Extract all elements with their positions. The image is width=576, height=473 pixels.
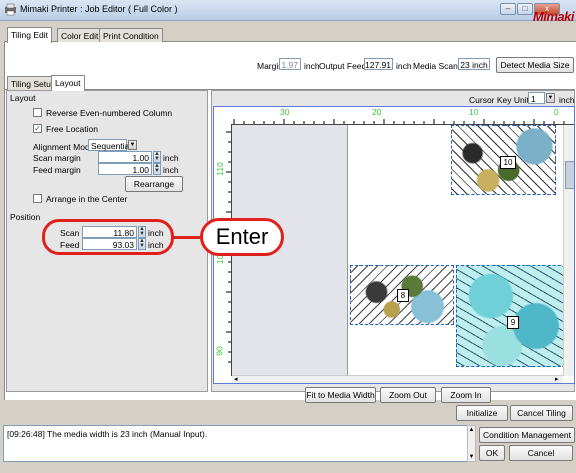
scroll-right-icon[interactable]: ▸ — [555, 375, 559, 383]
free-location-label: Free Location — [46, 124, 98, 134]
cursor-key-dropdown-arrow-icon[interactable]: ▼ — [546, 93, 555, 103]
feed-margin-spinner-icon[interactable]: ▲ ▼ — [153, 163, 161, 175]
title-bar: Mimaki Printer : Job Editor ( Full Color… — [0, 0, 576, 24]
alignment-mode-label: Alignment Mode — [33, 142, 95, 152]
output-feed-label: Output Feed — [319, 61, 367, 71]
ok-button[interactable]: OK — [479, 445, 505, 461]
minimize-button[interactable]: – — [500, 3, 516, 15]
output-feed-unit: inch — [396, 61, 412, 71]
cancel-tiling-button[interactable]: Cancel Tiling — [510, 405, 573, 421]
feed-margin-field[interactable]: 1.00 — [98, 163, 152, 175]
mimaki-logo: Mimaki — [532, 9, 575, 24]
condition-management-button[interactable]: Condition Management — [479, 427, 575, 443]
tab-print-condition[interactable]: Print Condition — [99, 28, 163, 43]
ruler-top-label-30: 30 — [280, 107, 290, 117]
reverse-even-checkbox[interactable] — [33, 108, 42, 117]
maximize-button[interactable]: □ — [517, 3, 533, 15]
feed-margin-unit: inch — [163, 165, 179, 175]
fit-to-media-width-button[interactable]: Fit to Media Width — [305, 387, 376, 403]
enter-callout: Enter — [200, 218, 284, 256]
arrange-center-checkbox[interactable] — [33, 194, 42, 203]
media-scan-label: Media Scan — [413, 61, 458, 71]
ruler-top-label-0: 0 — [554, 107, 559, 117]
zoom-in-button[interactable]: Zoom In — [441, 387, 491, 403]
scan-margin-unit: inch — [163, 153, 179, 163]
scan-margin-spinner-icon[interactable]: ▲ ▼ — [153, 151, 161, 163]
tab-tiling-edit[interactable]: Tiling Edit — [7, 27, 53, 43]
image-tile-8[interactable]: 8 — [350, 265, 454, 325]
zoom-out-button[interactable]: Zoom Out — [380, 387, 436, 403]
reverse-even-label: Reverse Even-numbered Column — [46, 108, 173, 118]
cursor-key-unit-label: Cursor Key Unit — [469, 95, 529, 105]
log-scroll-down-icon[interactable]: ▼ — [468, 454, 475, 460]
tab-layout[interactable]: Layout — [51, 75, 85, 91]
ruler-left-label-90: 90 — [214, 346, 225, 356]
margin-field: 1.97 — [279, 58, 301, 70]
output-feed-field: 127.91 — [364, 58, 393, 70]
margin-unit: inch — [304, 61, 320, 71]
vertical-scroll-thumb[interactable] — [565, 161, 574, 189]
scan-margin-field[interactable]: 1.00 — [98, 151, 152, 163]
tile-number-10: 10 — [500, 156, 516, 169]
initialize-button[interactable]: Initialize — [456, 405, 508, 421]
alignment-mode-select[interactable]: Sequential — [88, 139, 131, 151]
cursor-key-unit-text: inch — [559, 95, 575, 105]
feed-margin-label: Feed margin — [33, 165, 81, 175]
printer-app-icon — [5, 3, 16, 16]
window-title: Mimaki Printer : Job Editor ( Full Color… — [20, 4, 178, 14]
image-tile-10[interactable]: 10 — [451, 125, 556, 195]
ruler-top-label-20: 20 — [372, 107, 382, 117]
tile-number-9: 9 — [507, 316, 519, 329]
tile-number-8: 8 — [397, 289, 409, 302]
scan-margin-label: Scan margin — [33, 153, 81, 163]
log-scrollbar[interactable]: ▲ ▼ — [467, 425, 476, 462]
log-scroll-up-icon[interactable]: ▲ — [468, 427, 475, 433]
ruler-top-label-10: 10 — [469, 107, 479, 117]
horizontal-scrollbar[interactable]: ◂ ▸ — [232, 375, 563, 383]
cursor-key-unit-select[interactable]: 1 — [528, 92, 545, 104]
position-highlight-outline — [42, 219, 174, 255]
cancel-button[interactable]: Cancel — [509, 445, 573, 461]
scroll-left-icon[interactable]: ◂ — [234, 375, 238, 383]
detect-media-size-button[interactable]: Detect Media Size — [496, 57, 574, 73]
rearrange-button[interactable]: Rearrange — [125, 176, 183, 192]
top-ruler: 30 20 10 0 — [214, 107, 574, 125]
callout-connector-line — [173, 236, 201, 239]
layout-group-label: Layout — [10, 93, 36, 103]
media-scan-field[interactable]: 23 inch — [458, 58, 490, 70]
arrange-center-label: Arrange in the Center — [46, 194, 128, 204]
ruler-left-label-110: 110 — [214, 162, 225, 176]
free-location-checkbox[interactable]: ✓ — [33, 124, 42, 133]
tab-color-edit[interactable]: Color Edit — [57, 28, 103, 43]
alignment-dropdown-arrow-icon[interactable]: ▼ — [128, 140, 137, 150]
log-message: [09:26:48] The media width is 23 inch (M… — [7, 429, 208, 439]
log-area: [09:26:48] The media width is 23 inch (M… — [3, 425, 468, 462]
position-group-label: Position — [10, 212, 41, 222]
vertical-scrollbar[interactable] — [563, 125, 574, 376]
media-edge-line — [347, 125, 348, 376]
image-tile-9[interactable]: 9 — [456, 265, 571, 367]
